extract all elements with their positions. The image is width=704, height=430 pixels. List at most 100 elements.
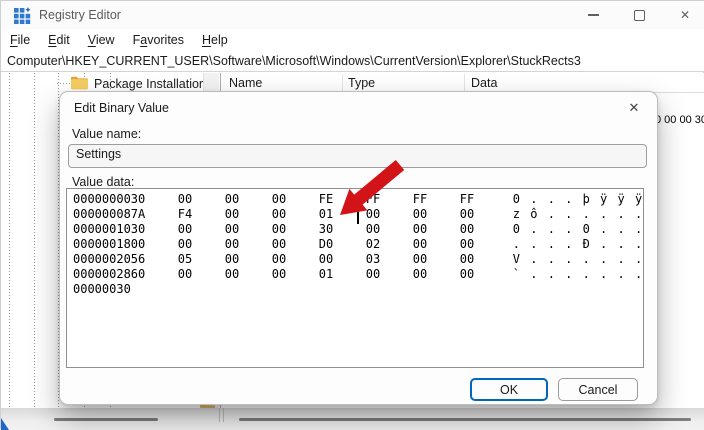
maximize-button[interactable]: [617, 1, 661, 29]
hex-byte: 05: [178, 252, 225, 267]
maximize-icon: [634, 10, 645, 21]
hex-byte: 00: [225, 252, 272, 267]
hex-byte: 30: [319, 222, 366, 237]
hex-byte: 00: [460, 252, 507, 267]
hex-byte: 00: [272, 252, 319, 267]
title-bar: Registry Editor ✕: [1, 1, 704, 29]
close-button[interactable]: ✕: [663, 1, 704, 29]
red-arrow-annotation: [331, 159, 407, 221]
close-icon: ✕: [629, 100, 640, 116]
dialog-close-button[interactable]: ✕: [620, 97, 648, 119]
hex-byte: 00: [272, 267, 319, 282]
address-bar[interactable]: Computer\HKEY_CURRENT_USER\Software\Micr…: [1, 50, 704, 72]
hex-bytes: 00000000D0020000: [131, 237, 507, 252]
ok-button[interactable]: OK: [470, 378, 548, 401]
hex-address: 00000008: [73, 207, 131, 222]
close-icon: ✕: [680, 8, 690, 22]
hex-ascii: V . . . . . . .: [513, 252, 644, 267]
column-separator[interactable]: [464, 74, 465, 92]
hex-address: 00000018: [73, 237, 131, 252]
hex-row: 00000030: [73, 282, 643, 297]
dialog-title: Edit Binary Value: [74, 101, 169, 115]
hex-byte: 00: [413, 222, 460, 237]
hex-byte: 30: [131, 222, 178, 237]
column-header-type[interactable]: Type: [348, 76, 375, 90]
menu-help[interactable]: Help: [202, 33, 228, 47]
hex-bytes: 6000000001000000: [131, 267, 507, 282]
hex-byte: F4: [178, 207, 225, 222]
hex-byte: 00: [272, 192, 319, 207]
column-header-data[interactable]: Data: [471, 76, 497, 90]
folder-icon: [71, 76, 88, 93]
column-header-name[interactable]: Name: [229, 76, 262, 90]
hex-byte: 00: [225, 207, 272, 222]
value-data-label: Value data:: [72, 175, 134, 189]
tree-horizontal-scrollbar-thumb[interactable]: [54, 418, 158, 421]
hex-byte: 00: [460, 207, 507, 222]
tree-guide-line: [9, 73, 10, 408]
hex-byte: 60: [131, 267, 178, 282]
hex-ascii: 0 . . . þ ÿ ÿ ÿ: [513, 192, 644, 207]
hex-byte: 00: [131, 237, 178, 252]
tree-item-label: Package Installation: [94, 77, 206, 91]
hex-byte: 00: [225, 192, 272, 207]
column-separator[interactable]: [342, 74, 343, 92]
value-name-label: Value name:: [72, 127, 141, 141]
hex-byte: 00: [366, 267, 413, 282]
hex-byte: 00: [272, 222, 319, 237]
menu-edit[interactable]: Edit: [48, 33, 70, 47]
hex-address: 00000020: [73, 252, 131, 267]
hex-byte: 00: [413, 267, 460, 282]
hex-row: 00000010 3000000030000000 0 . . . 0 . . …: [73, 222, 643, 237]
tree-guide-line: [34, 73, 35, 408]
hex-byte: 01: [319, 267, 366, 282]
hex-byte: 00: [178, 267, 225, 282]
minimize-button[interactable]: [571, 1, 615, 29]
minimize-icon: [588, 14, 599, 16]
hex-byte: 56: [131, 252, 178, 267]
list-horizontal-scrollbar-thumb[interactable]: [239, 418, 691, 421]
hex-row: 00000020 5605000000030000 V . . . . . . …: [73, 252, 643, 267]
hex-byte: 00: [225, 222, 272, 237]
hex-byte: FF: [413, 192, 460, 207]
menu-bar: File Edit View Favorites Help: [1, 29, 704, 50]
scrollbar-separator: [219, 408, 220, 422]
hex-address: 00000000: [73, 192, 131, 207]
hex-ascii: z ô . . . . . .: [513, 207, 644, 222]
hex-address: 00000010: [73, 222, 131, 237]
hex-byte: 00: [225, 267, 272, 282]
partial-data-value: 0 00 00 30: [655, 114, 704, 126]
edit-binary-value-dialog: Edit Binary Value ✕ Value name: Settings…: [59, 91, 658, 405]
cancel-button[interactable]: Cancel: [558, 378, 638, 401]
hex-byte: 00: [460, 237, 507, 252]
hex-byte: 00: [366, 222, 413, 237]
hex-byte: 00: [178, 192, 225, 207]
hex-byte: 00: [460, 267, 507, 282]
registry-editor-icon: [14, 7, 31, 29]
hex-byte: 00: [460, 222, 507, 237]
hex-byte: 00: [225, 237, 272, 252]
menu-file[interactable]: File: [10, 33, 30, 47]
hex-byte: 03: [366, 252, 413, 267]
hex-byte: 00: [413, 237, 460, 252]
bottom-scrollbar-area: [1, 408, 704, 430]
hex-byte: FF: [460, 192, 507, 207]
hex-byte: 30: [131, 192, 178, 207]
hex-byte: 00: [272, 207, 319, 222]
hex-ascii: ` . . . . . . .: [513, 267, 644, 282]
hex-bytes: 7AF4000001000000: [131, 207, 507, 222]
hex-byte: D0: [319, 237, 366, 252]
hex-address: 00000028: [73, 267, 131, 282]
window-title: Registry Editor: [39, 8, 121, 22]
hex-byte: 00: [178, 237, 225, 252]
menu-favorites[interactable]: Favorites: [133, 33, 184, 47]
tree-connector-line: [57, 83, 71, 84]
hex-row: 00000018 00000000D0020000 . . . . Ð . . …: [73, 237, 643, 252]
hex-byte: 00: [178, 222, 225, 237]
hex-row: 00000028 6000000001000000 ` . . . . . . …: [73, 267, 643, 282]
hex-byte: 02: [366, 237, 413, 252]
hex-byte: 00: [413, 252, 460, 267]
hex-byte: 7A: [131, 207, 178, 222]
menu-view[interactable]: View: [88, 33, 115, 47]
hex-bytes: 5605000000030000: [131, 252, 507, 267]
